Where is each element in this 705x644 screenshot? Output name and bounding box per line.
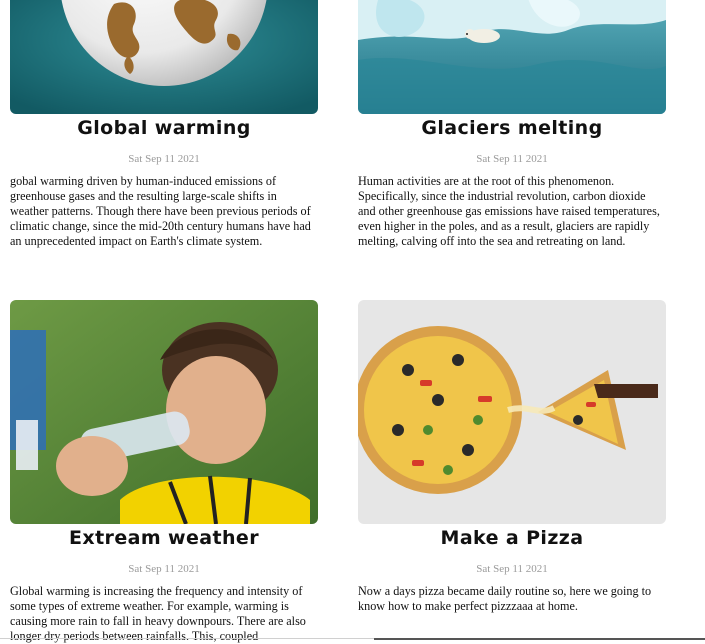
post-image-glaciers[interactable] xyxy=(358,0,666,114)
post-excerpt: gobal warming driven by human-induced em… xyxy=(10,174,311,248)
post-excerpt: Now a days pizza became daily routine so… xyxy=(358,584,652,613)
globe-image xyxy=(10,0,318,114)
post-card[interactable]: Glaciers melting Sat Sep 11 2021 Human a… xyxy=(358,0,666,249)
blog-post-grid: Global warming Sat Sep 11 2021 gobal war… xyxy=(0,0,705,644)
boy-drinking-water-image xyxy=(10,300,318,524)
post-title[interactable]: Global warming xyxy=(10,115,318,139)
polar-bear-ice-image xyxy=(358,0,666,114)
post-excerpt: Human activities are at the root of this… xyxy=(358,174,660,248)
post-title[interactable]: Glaciers melting xyxy=(358,115,666,139)
post-image-extreme-weather[interactable] xyxy=(10,300,318,524)
pizza-image xyxy=(358,300,666,524)
post-excerpt: Global warming is increasing the frequen… xyxy=(10,584,306,643)
post-title[interactable]: Extream weather xyxy=(10,525,318,549)
post-date: Sat Sep 11 2021 xyxy=(476,563,548,575)
post-date: Sat Sep 11 2021 xyxy=(128,153,200,165)
post-date: Sat Sep 11 2021 xyxy=(476,153,548,165)
post-card[interactable]: Extream weather Sat Sep 11 2021 Global w… xyxy=(10,300,318,644)
post-title[interactable]: Make a Pizza xyxy=(358,525,666,549)
post-date: Sat Sep 11 2021 xyxy=(128,563,200,575)
post-card[interactable]: Global warming Sat Sep 11 2021 gobal war… xyxy=(10,0,318,249)
post-card[interactable]: Make a Pizza Sat Sep 11 2021 Now a days … xyxy=(358,300,666,614)
post-image-pizza[interactable] xyxy=(358,300,666,524)
post-image-globe[interactable] xyxy=(10,0,318,114)
scrollbar-track[interactable] xyxy=(374,638,705,640)
